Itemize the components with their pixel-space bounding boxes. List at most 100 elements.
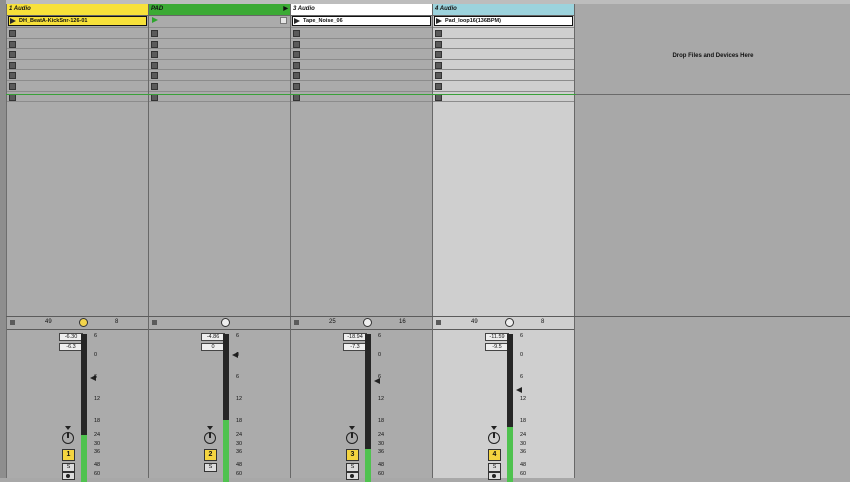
clip-slot[interactable]: Tape_Noise_06	[291, 16, 432, 28]
stop-icon[interactable]	[9, 82, 16, 90]
clip-slot[interactable]	[291, 39, 432, 50]
solo-button[interactable]: S	[488, 463, 501, 472]
track-title[interactable]: 3 Audio	[291, 4, 432, 16]
record-arm-button[interactable]	[62, 472, 75, 480]
volume-value[interactable]: -9.5	[485, 343, 509, 351]
stop-all-icon[interactable]	[294, 320, 299, 325]
clip-slot[interactable]: Pad_loop16(136BPM)	[433, 16, 574, 28]
stop-icon[interactable]	[293, 51, 300, 59]
track-1[interactable]: 1 Audio DH_BeatA-KickSnr-126-01 49 8 -6.…	[7, 4, 149, 482]
pan-knob-icon[interactable]	[488, 432, 500, 444]
stop-all-icon[interactable]	[152, 320, 157, 325]
stop-icon[interactable]	[435, 82, 442, 90]
empty-clip[interactable]	[150, 16, 289, 24]
clip-slot[interactable]	[149, 49, 290, 60]
track-activator-button[interactable]: 2	[204, 449, 217, 461]
stop-icon[interactable]	[151, 30, 158, 37]
stop-icon[interactable]	[293, 30, 300, 37]
play-icon[interactable]	[436, 18, 442, 24]
clip-slot[interactable]	[291, 60, 432, 71]
clip-slot[interactable]	[7, 60, 148, 71]
clip-slot[interactable]	[433, 28, 574, 39]
volume-value[interactable]: -6.3	[59, 343, 83, 351]
stop-icon[interactable]	[9, 40, 16, 48]
clip-stop-button[interactable]	[280, 17, 287, 24]
volume-value[interactable]: 0	[201, 343, 225, 351]
clip-slot[interactable]	[149, 39, 290, 50]
clip-slot[interactable]	[7, 49, 148, 60]
clip-slot[interactable]	[291, 49, 432, 60]
stop-icon[interactable]	[435, 72, 442, 80]
clip-slot[interactable]	[291, 81, 432, 92]
stop-all-icon[interactable]	[436, 320, 441, 325]
clip-slot[interactable]	[7, 39, 148, 50]
record-arm-button[interactable]	[346, 472, 359, 480]
audio-clip[interactable]: Tape_Noise_06	[292, 16, 431, 26]
play-icon[interactable]	[152, 17, 158, 23]
track-2[interactable]: PAD ▶ -4.86 0 6 0 6 12 18 24 30 36 48 60…	[149, 4, 291, 482]
clip-slot[interactable]	[149, 60, 290, 71]
stop-icon[interactable]	[435, 40, 442, 48]
volume-fader-handle[interactable]	[516, 387, 522, 393]
clip-slot[interactable]	[291, 28, 432, 39]
play-icon[interactable]	[294, 18, 300, 24]
clip-slot[interactable]	[291, 70, 432, 81]
clip-slot[interactable]	[433, 70, 574, 81]
stop-icon[interactable]	[151, 40, 158, 48]
clip-slot[interactable]	[7, 70, 148, 81]
volume-peak[interactable]: -18.94	[343, 333, 367, 341]
stop-all-icon[interactable]	[10, 320, 15, 325]
record-arm-button[interactable]	[488, 472, 501, 480]
clip-slot[interactable]	[433, 49, 574, 60]
pan-knob-icon[interactable]	[79, 318, 88, 327]
stop-icon[interactable]	[435, 51, 442, 59]
pan-knob-icon[interactable]	[363, 318, 372, 327]
stop-icon[interactable]	[435, 30, 442, 37]
audio-clip[interactable]: Pad_loop16(136BPM)	[434, 16, 573, 26]
clip-slot[interactable]	[433, 81, 574, 92]
track-activator-button[interactable]: 4	[488, 449, 501, 461]
stop-icon[interactable]	[293, 61, 300, 69]
pan-knob-icon[interactable]	[62, 432, 74, 444]
volume-value[interactable]: -7.3	[343, 343, 367, 351]
volume-peak[interactable]: -6.30	[59, 333, 83, 341]
pan-knob-icon[interactable]	[346, 432, 358, 444]
clip-slot[interactable]	[7, 81, 148, 92]
pan-knob-icon[interactable]	[204, 432, 216, 444]
clip-slot[interactable]	[149, 16, 290, 28]
drop-zone[interactable]: Drop Files and Devices Here	[576, 4, 850, 478]
solo-button[interactable]: S	[346, 463, 359, 472]
stop-icon[interactable]	[293, 40, 300, 48]
track-title[interactable]: 1 Audio	[7, 4, 148, 16]
track-title[interactable]: PAD ▶	[149, 4, 290, 16]
solo-button[interactable]: S	[62, 463, 75, 472]
stop-icon[interactable]	[293, 82, 300, 90]
track-activator-button[interactable]: 1	[62, 449, 75, 461]
clip-slot[interactable]	[433, 39, 574, 50]
stop-icon[interactable]	[9, 61, 16, 69]
clip-slot[interactable]	[149, 28, 290, 39]
pan-knob-icon[interactable]	[505, 318, 514, 327]
stop-icon[interactable]	[151, 51, 158, 59]
volume-peak[interactable]: -11.59	[485, 333, 509, 341]
clip-slot[interactable]	[149, 70, 290, 81]
volume-peak[interactable]: -4.86	[201, 333, 225, 341]
stop-icon[interactable]	[151, 61, 158, 69]
clip-slot[interactable]	[7, 28, 148, 39]
track-activator-button[interactable]: 3	[346, 449, 359, 461]
stop-icon[interactable]	[293, 72, 300, 80]
track-title[interactable]: 4 Audio	[433, 4, 574, 16]
pan-knob-icon[interactable]	[221, 318, 230, 327]
track-4[interactable]: 4 Audio Pad_loop16(136BPM) 49 8 -11.59 -…	[433, 4, 575, 482]
stop-icon[interactable]	[9, 72, 16, 80]
track-3[interactable]: 3 Audio Tape_Noise_06 25 16 -18.94 -7.3 …	[291, 4, 433, 482]
play-icon[interactable]	[10, 18, 16, 24]
clip-slot[interactable]: DH_BeatA-KickSnr-126-01	[7, 16, 148, 28]
clip-slot[interactable]	[433, 60, 574, 71]
stop-icon[interactable]	[151, 82, 158, 90]
solo-button[interactable]: S	[204, 463, 217, 472]
stop-icon[interactable]	[435, 61, 442, 69]
audio-clip[interactable]: DH_BeatA-KickSnr-126-01	[8, 16, 147, 26]
clip-slot[interactable]	[149, 81, 290, 92]
stop-icon[interactable]	[9, 30, 16, 37]
